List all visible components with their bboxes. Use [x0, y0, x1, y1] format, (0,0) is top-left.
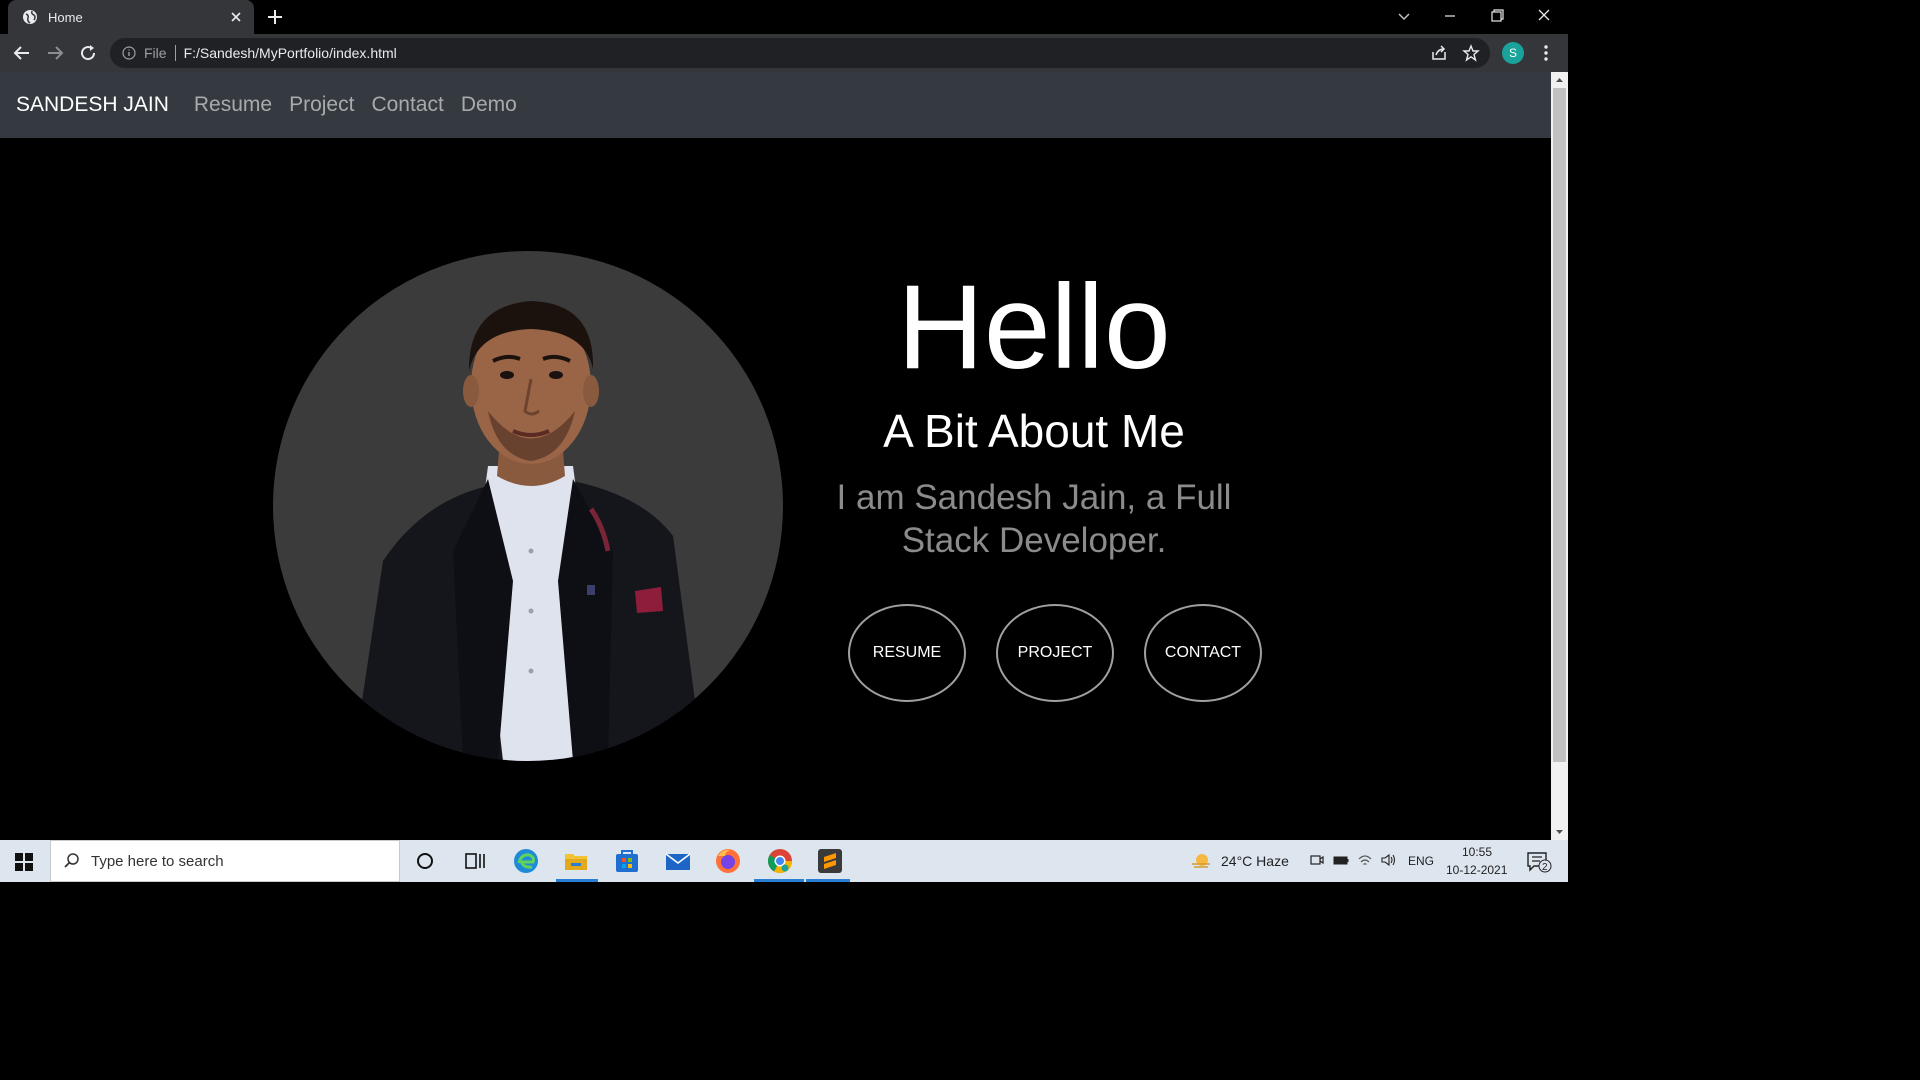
- clock-date[interactable]: 10-12-2021: [1446, 863, 1507, 877]
- browser-tab-strip: Home: [0, 0, 1568, 34]
- address-divider: [174, 45, 176, 61]
- web-page: SANDESH JAIN Resume Project Contact Demo: [0, 72, 1551, 840]
- hero-subtitle: A Bit About Me: [883, 405, 1185, 457]
- taskbar-search-box[interactable]: Type here to search: [50, 840, 400, 882]
- sublime-running-indicator: [806, 879, 850, 882]
- battery-icon[interactable]: [1333, 852, 1349, 868]
- share-icon[interactable]: [1430, 44, 1448, 62]
- info-icon[interactable]: [122, 46, 136, 60]
- notification-count-badge: 2: [1542, 862, 1548, 873]
- search-icon: [64, 853, 79, 868]
- nav-link-contact[interactable]: Contact: [371, 93, 443, 117]
- close-window-icon[interactable]: [1532, 6, 1556, 26]
- task-view-icon[interactable]: [460, 846, 490, 876]
- browser-toolbar: File F:/Sandesh/MyPortfolio/index.html S: [0, 34, 1568, 72]
- nav-link-resume[interactable]: Resume: [194, 93, 272, 117]
- scrollbar-thumb[interactable]: [1553, 88, 1566, 762]
- volume-icon[interactable]: [1380, 852, 1396, 868]
- nav-link-project[interactable]: Project: [289, 93, 354, 117]
- hero-greeting: Hello: [897, 260, 1171, 394]
- address-bar[interactable]: File F:/Sandesh/MyPortfolio/index.html: [110, 38, 1490, 68]
- profile-avatar[interactable]: S: [1502, 42, 1524, 64]
- sublime-text-icon[interactable]: [815, 846, 845, 876]
- cortana-icon[interactable]: [410, 846, 440, 876]
- weather-haze-icon[interactable]: [1190, 851, 1212, 871]
- new-tab-icon[interactable]: [266, 8, 284, 26]
- firefox-icon[interactable]: [713, 846, 743, 876]
- address-url[interactable]: F:/Sandesh/MyPortfolio/index.html: [184, 45, 397, 61]
- clock-time[interactable]: 10:55: [1462, 845, 1492, 859]
- minimize-icon[interactable]: [1438, 6, 1462, 26]
- bookmark-star-icon[interactable]: [1462, 44, 1480, 62]
- mail-icon[interactable]: [663, 846, 693, 876]
- restore-icon[interactable]: [1485, 6, 1509, 26]
- more-menu-icon[interactable]: [1538, 44, 1554, 62]
- close-tab-icon[interactable]: [228, 9, 244, 25]
- tab-title: Home: [48, 9, 83, 25]
- weather-text[interactable]: 24°C Haze: [1221, 853, 1289, 869]
- wifi-icon[interactable]: [1357, 852, 1373, 868]
- explorer-running-indicator: [556, 879, 598, 882]
- chrome-icon[interactable]: [765, 846, 795, 876]
- notification-center-icon[interactable]: [1526, 851, 1552, 873]
- profile-photo: [273, 251, 783, 761]
- reload-icon[interactable]: [79, 44, 97, 62]
- nav-link-demo[interactable]: Demo: [461, 93, 517, 117]
- site-navbar: SANDESH JAIN Resume Project Contact Demo: [0, 72, 1551, 138]
- address-scheme: File: [144, 45, 167, 61]
- person-portrait-illustration: [353, 301, 703, 761]
- hero-intro: I am Sandesh Jain, a Full Stack Develope…: [836, 478, 1232, 560]
- edge-browser-icon[interactable]: [511, 846, 541, 876]
- back-arrow-icon[interactable]: [13, 44, 31, 62]
- forward-arrow-icon[interactable]: [46, 44, 64, 62]
- contact-button[interactable]: CONTACT: [1144, 604, 1262, 702]
- windows-taskbar: Type here to search 24°C Haze ENG 10:55 …: [0, 840, 1568, 882]
- meet-now-icon[interactable]: [1309, 852, 1325, 868]
- project-button[interactable]: PROJECT: [996, 604, 1114, 702]
- microsoft-store-icon[interactable]: [612, 846, 642, 876]
- scroll-down-arrow-icon[interactable]: [1553, 826, 1566, 838]
- tab-search-chevron-icon[interactable]: [1392, 6, 1416, 26]
- resume-button[interactable]: RESUME: [848, 604, 966, 702]
- site-brand[interactable]: SANDESH JAIN: [16, 93, 169, 117]
- scroll-up-arrow-icon[interactable]: [1553, 74, 1566, 86]
- windows-start-icon[interactable]: [14, 852, 34, 872]
- globe-icon: [23, 10, 37, 24]
- input-language[interactable]: ENG: [1408, 854, 1434, 868]
- search-placeholder: Type here to search: [91, 852, 224, 870]
- browser-tab[interactable]: Home: [8, 0, 254, 34]
- chrome-running-indicator: [754, 879, 804, 882]
- file-explorer-icon[interactable]: [561, 846, 591, 876]
